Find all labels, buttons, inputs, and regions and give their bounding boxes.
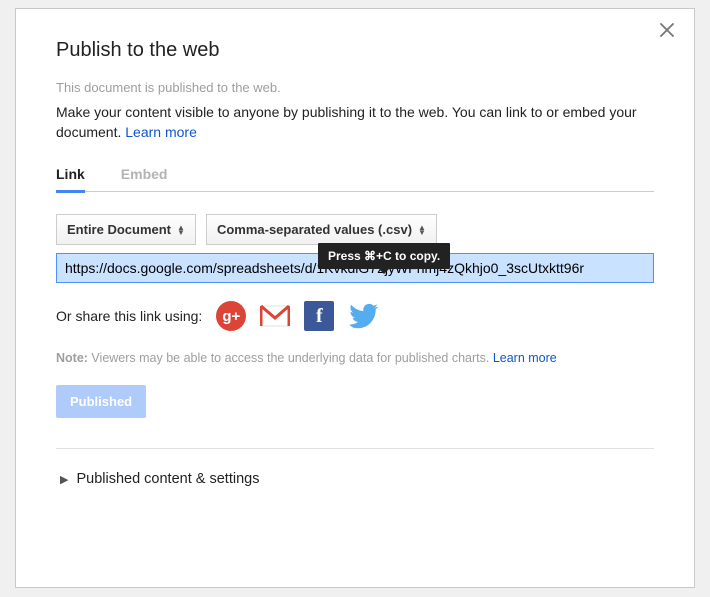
tab-link[interactable]: Link bbox=[56, 166, 85, 193]
share-row: Or share this link using: g+ f bbox=[56, 301, 654, 331]
tab-embed[interactable]: Embed bbox=[121, 166, 168, 193]
published-content-settings-expander[interactable]: ▶ Published content & settings bbox=[56, 471, 654, 487]
tabs: Link Embed bbox=[56, 164, 654, 192]
facebook-icon[interactable]: f bbox=[304, 301, 334, 331]
scope-select[interactable]: Entire Document ▲▼ bbox=[56, 214, 196, 245]
updown-icon: ▲▼ bbox=[418, 225, 426, 235]
updown-icon: ▲▼ bbox=[177, 225, 185, 235]
twitter-icon[interactable] bbox=[348, 301, 378, 331]
publish-status: This document is published to the web. bbox=[56, 80, 654, 95]
publish-dialog: Publish to the web This document is publ… bbox=[15, 8, 695, 588]
format-select[interactable]: Comma-separated values (.csv) ▲▼ bbox=[206, 214, 437, 245]
learn-more-link[interactable]: Learn more bbox=[125, 124, 197, 140]
expander-label: Published content & settings bbox=[76, 471, 259, 487]
note-line: Note: Viewers may be able to access the … bbox=[56, 351, 654, 365]
chevron-right-icon: ▶ bbox=[60, 473, 68, 486]
copy-tooltip: Press ⌘+C to copy. bbox=[318, 243, 450, 269]
share-prefix: Or share this link using: bbox=[56, 308, 202, 324]
close-icon[interactable] bbox=[658, 21, 682, 45]
published-button[interactable]: Published bbox=[56, 385, 146, 418]
divider bbox=[56, 448, 654, 449]
note-learn-more-link[interactable]: Learn more bbox=[493, 351, 557, 365]
dialog-description: Make your content visible to anyone by p… bbox=[56, 103, 654, 142]
note-label: Note: bbox=[56, 351, 88, 365]
format-select-value: Comma-separated values (.csv) bbox=[217, 222, 412, 237]
options-row: Entire Document ▲▼ Comma-separated value… bbox=[56, 214, 654, 245]
scope-select-value: Entire Document bbox=[67, 222, 171, 237]
dialog-title: Publish to the web bbox=[56, 39, 654, 62]
note-text: Viewers may be able to access the underl… bbox=[88, 351, 493, 365]
google-plus-icon[interactable]: g+ bbox=[216, 301, 246, 331]
gmail-icon[interactable] bbox=[260, 301, 290, 331]
